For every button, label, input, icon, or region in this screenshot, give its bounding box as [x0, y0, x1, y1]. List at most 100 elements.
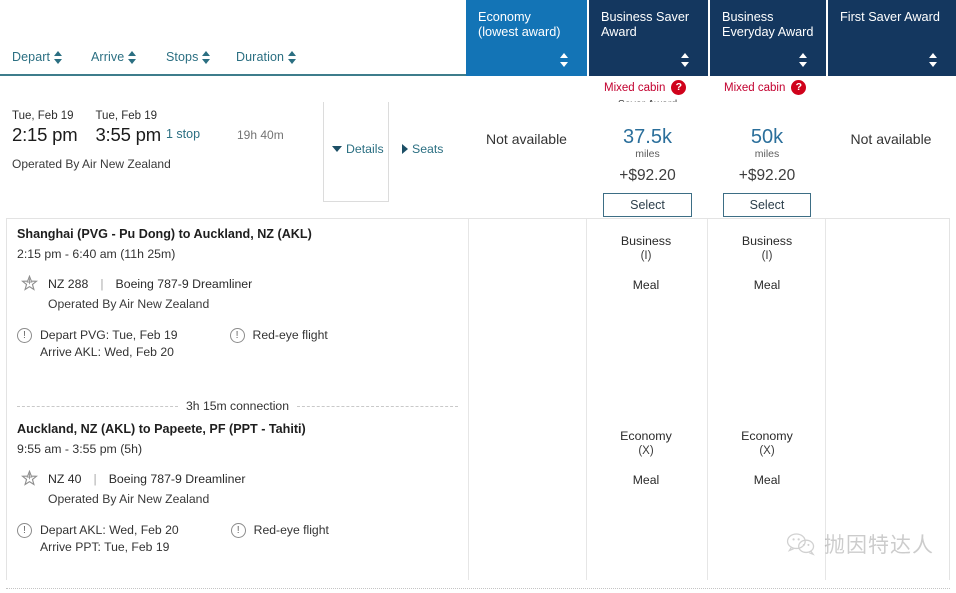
segment-note-redeye: ! Red-eye flight — [230, 522, 329, 555]
segment-notes: ! Depart AKL: Wed, Feb 20 Arrive PPT: Tu… — [17, 522, 329, 555]
question-mark-help-icon[interactable]: ? — [671, 80, 687, 95]
tab-economy-lowest-award[interactable]: Economy (lowest award) — [466, 0, 587, 76]
sort-stops-label: Stops — [166, 50, 199, 64]
sort-depart-label: Depart — [12, 50, 51, 64]
fare-price-cells: Not available 37.5k miles +$92.20 Select… — [466, 102, 956, 217]
segment-aircraft: Boeing 787-9 Dreamliner — [108, 471, 246, 486]
cabin-booking-code: (I) — [761, 250, 773, 262]
sort-arrows-icon — [128, 50, 137, 64]
segment-cabin-business-everyday: Business (I) Meal — [708, 233, 826, 292]
cabin-booking-code: (X) — [638, 445, 654, 457]
cabin-name: Business — [620, 234, 672, 248]
business-everyday-taxes: +$92.20 — [738, 167, 796, 184]
select-button-business-saver[interactable]: Select — [603, 193, 692, 217]
fare-cell-business-saver: 37.5k miles +$92.20 Select — [587, 102, 708, 217]
sort-arrows-icon[interactable] — [799, 53, 808, 67]
segment-notes: ! Depart PVG: Tue, Feb 19 Arrive AKL: We… — [17, 327, 328, 360]
arrive-time: 3:55 pm — [95, 124, 161, 145]
tab-business-saver-line2: Award — [601, 25, 637, 39]
business-saver-miles-unit: miles — [635, 148, 660, 160]
exclamation-circle-icon: ! — [229, 328, 245, 343]
segment-redeye-note: Red-eye flight — [253, 523, 329, 537]
depart-block: Tue, Feb 19 2:15 pm — [12, 109, 78, 146]
segment-separator: | — [100, 276, 104, 291]
mixed-cabin-notice-row: Mixed cabin ? Mixed cabin ? Saver Award — [0, 76, 956, 110]
details-toggle[interactable]: Details — [332, 142, 384, 156]
sort-arrows-icon — [202, 50, 211, 64]
tab-business-everyday-line2: Everyday Award — [722, 25, 814, 39]
business-saver-miles: 37.5k — [623, 126, 672, 148]
cabin-meal-service: Meal — [753, 278, 781, 292]
duration-value: 19h 40m — [237, 128, 284, 142]
business-everyday-miles: 50k — [750, 126, 784, 148]
mixed-cabin-label: Mixed cabin — [604, 81, 666, 94]
segment-cabin-business-saver: Business (I) Meal — [587, 233, 705, 292]
cabin-meal-service: Meal — [632, 278, 660, 292]
segment-row: Auckland, NZ (AKL) to Papeete, PF (PPT -… — [7, 414, 949, 580]
segment-arrive-note: Arrive AKL: Wed, Feb 20 — [40, 344, 174, 359]
tab-economy-line1: Economy — [478, 10, 531, 24]
tab-business-saver-line1: Business Saver — [601, 10, 690, 24]
segment-flight-info: NZ 288 | Boeing 787-9 Dreamliner — [21, 275, 252, 292]
seats-toggle-label: Seats — [412, 142, 444, 156]
stops-link[interactable]: 1 stop — [166, 127, 200, 141]
star-alliance-airline-logo-icon — [21, 470, 38, 486]
sort-arrows-icon[interactable] — [681, 53, 690, 67]
sort-arrive[interactable]: Arrive — [91, 50, 137, 64]
sort-duration[interactable]: Duration — [236, 50, 297, 64]
tab-first-saver-award[interactable]: First Saver Award — [826, 0, 956, 76]
seats-toggle[interactable]: Seats — [402, 142, 443, 156]
sort-duration-label: Duration — [236, 50, 285, 64]
details-toggle-label: Details — [346, 142, 384, 156]
sort-arrows-icon[interactable] — [929, 53, 938, 67]
itinerary-times: Tue, Feb 19 2:15 pm Tue, Feb 19 3:55 pm — [12, 109, 179, 146]
cabin-name: Economy — [620, 429, 672, 443]
tab-economy-line2: (lowest award) — [478, 25, 561, 39]
segment-note-dates: ! Depart PVG: Tue, Feb 19 Arrive AKL: We… — [17, 327, 178, 360]
depart-time: 2:15 pm — [12, 124, 78, 145]
arrive-date: Tue, Feb 19 — [95, 110, 158, 122]
business-everyday-miles-unit: miles — [754, 148, 780, 160]
tab-business-saver-award[interactable]: Business Saver Award — [587, 0, 708, 76]
operated-by-summary: Operated By Air New Zealand — [12, 157, 171, 171]
segment-depart-note: Depart PVG: Tue, Feb 19 — [40, 328, 178, 342]
sort-arrows-icon — [54, 50, 63, 64]
sort-bar: Depart Arrive Stops Duration — [0, 0, 466, 74]
cabin-booking-code: (X) — [759, 445, 775, 457]
segment-depart-note: Depart AKL: Wed, Feb 20 — [40, 523, 179, 537]
segment-operated-by: Operated By Air New Zealand — [48, 492, 210, 506]
fare-column-headers: Economy (lowest award) Business Saver Aw… — [466, 0, 956, 76]
segment-flight-number: NZ 40 — [48, 471, 82, 486]
segment-route: Auckland, NZ (AKL) to Papeete, PF (PPT -… — [17, 422, 306, 436]
segment-route: Shanghai (PVG - Pu Dong) to Auckland, NZ… — [17, 227, 312, 241]
sort-stops[interactable]: Stops — [166, 50, 211, 64]
segment-note-dates: ! Depart AKL: Wed, Feb 20 Arrive PPT: Tu… — [17, 522, 179, 555]
cabin-booking-code: (I) — [640, 250, 652, 262]
first-saver-not-available: Not available — [850, 131, 932, 147]
segment-flight-info: NZ 40 | Boeing 787-9 Dreamliner — [21, 470, 245, 487]
sort-arrive-label: Arrive — [91, 50, 125, 64]
connection-duration: 3h 15m connection — [186, 399, 289, 413]
sort-depart[interactable]: Depart — [12, 50, 63, 64]
exclamation-circle-icon: ! — [17, 523, 32, 538]
segment-flight-number: NZ 288 — [48, 276, 89, 291]
segment-times: 9:55 am - 3:55 pm (5h) — [17, 442, 143, 456]
mixed-cabin-label: Mixed cabin — [724, 81, 786, 94]
cabin-meal-service: Meal — [632, 473, 660, 487]
connection-dash-left — [17, 405, 178, 407]
tab-business-everyday-award[interactable]: Business Everyday Award — [708, 0, 826, 76]
segment-cabin-business-saver: Economy (X) Meal — [587, 428, 705, 487]
exclamation-circle-icon: ! — [230, 523, 246, 538]
question-mark-help-icon[interactable]: ? — [791, 80, 807, 95]
economy-not-available: Not available — [486, 131, 567, 147]
flight-details-panel: Shanghai (PVG - Pu Dong) to Auckland, NZ… — [6, 218, 950, 580]
select-button-business-everyday[interactable]: Select — [722, 193, 812, 217]
sort-arrows-icon[interactable] — [560, 53, 569, 67]
connection-row: 3h 15m connection — [7, 386, 949, 414]
connection-dash-right — [297, 405, 458, 407]
mixed-cabin-notice-business-saver: Mixed cabin ? — [604, 80, 687, 95]
cabin-meal-service: Meal — [753, 473, 781, 487]
segment-row: Shanghai (PVG - Pu Dong) to Auckland, NZ… — [7, 219, 949, 386]
segment-times: 2:15 pm - 6:40 am (11h 25m) — [17, 247, 176, 261]
segment-note-redeye: ! Red-eye flight — [229, 327, 328, 360]
